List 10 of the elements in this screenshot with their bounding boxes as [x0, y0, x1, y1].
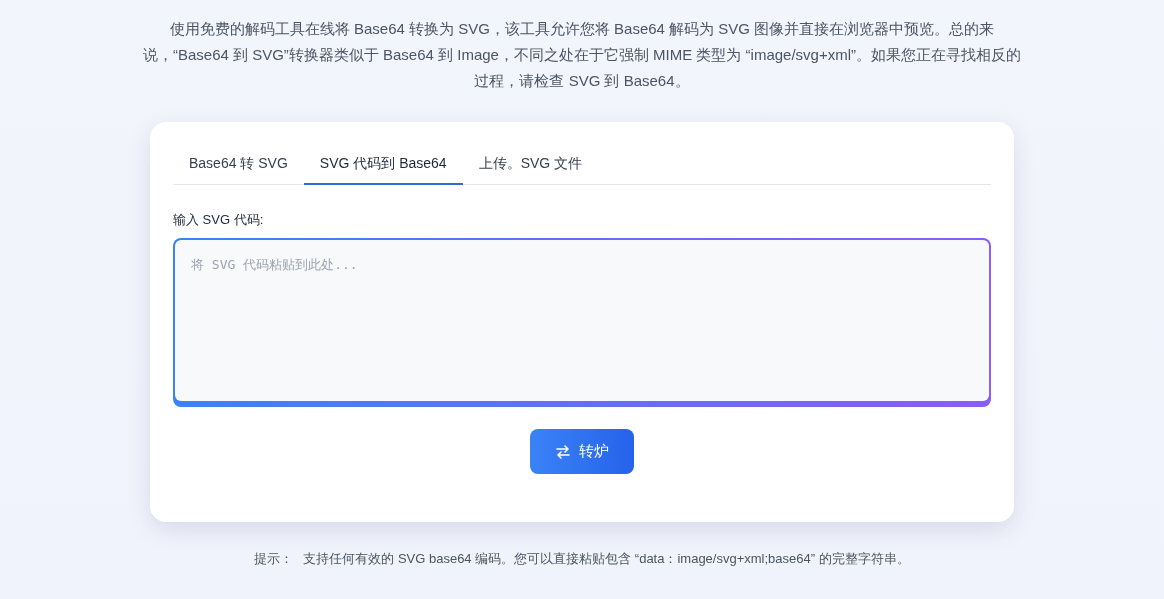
- description-text: 使用免费的解码工具在线将 Base64 转换为 SVG，该工具允许您将 Base64 解码为 SVG 图像并直接在浏览器中预览。总的来说，“Base64 到 SVG”转换器类似于 Base64 到 Image，不同之处在于它强制 MIME 类型为 “image/svg+xml”。如果您正在寻找相反的过程，请检查 SVG 到 Base64。: [141, 19, 1023, 91]
- tab[interactable]: SVG 代码到 Base64: [303, 150, 463, 185]
- convert-button[interactable]: 转炉: [530, 429, 634, 474]
- input-label: 输入 SVG 代码:: [173, 211, 265, 229]
- tab[interactable]: 上传。SVG 文件: [462, 150, 599, 185]
- svg-code-field[interactable]: 将 SVG 代码粘贴到此处...: [173, 238, 991, 407]
- hint-text: 支持任何有效的 SVG base64 编码。您可以直接粘贴包含 “data：image/svg+xml;base64” 的完整字符串。: [303, 550, 910, 568]
- hint-label: 提示：: [254, 550, 294, 568]
- swap-arrows-icon: [555, 443, 571, 460]
- tab[interactable]: Base64 转 SVG: [173, 150, 304, 185]
